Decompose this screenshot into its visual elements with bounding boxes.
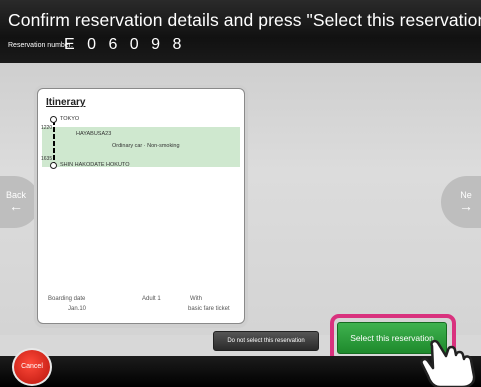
page-title: Confirm reservation details and press "S… xyxy=(8,10,481,30)
train-name: HAYABUSA23 xyxy=(76,131,112,137)
route-line xyxy=(53,120,55,166)
departure-marker-icon xyxy=(50,116,57,123)
fare-detail: basic fare ticket xyxy=(188,306,230,312)
do-not-select-button[interactable]: Do not select this reservation xyxy=(213,331,319,351)
arrival-time: 1635 xyxy=(41,156,53,162)
cancel-button[interactable]: Cancel xyxy=(12,348,52,386)
departure-station: TOKYO xyxy=(60,116,80,122)
boarding-date: Jan.10 xyxy=(68,306,87,312)
pointing-hand-icon xyxy=(420,339,476,387)
arrow-left-icon: ← xyxy=(9,198,23,214)
reservation-number: E 0 6 0 9 8 xyxy=(64,36,186,53)
fare-label: With xyxy=(190,296,202,302)
passenger-count: Adult 1 xyxy=(142,296,161,302)
arrival-station: SHIN HAKODATE HOKUTO xyxy=(60,162,130,168)
itinerary-card: Itinerary 1220 TOKYO HAYABUSA23 Ordinary… xyxy=(37,88,245,324)
car-info: Ordinary car · Non-smoking xyxy=(112,143,180,149)
arrow-right-icon: → xyxy=(459,198,473,214)
departure-time: 1220 xyxy=(41,125,53,131)
itinerary-title: Itinerary xyxy=(46,97,86,108)
footer-bar xyxy=(0,356,481,387)
arrival-marker-icon xyxy=(50,162,57,169)
boarding-date-label: Boarding date xyxy=(48,296,86,302)
header-bar: Confirm reservation details and press "S… xyxy=(0,0,481,63)
